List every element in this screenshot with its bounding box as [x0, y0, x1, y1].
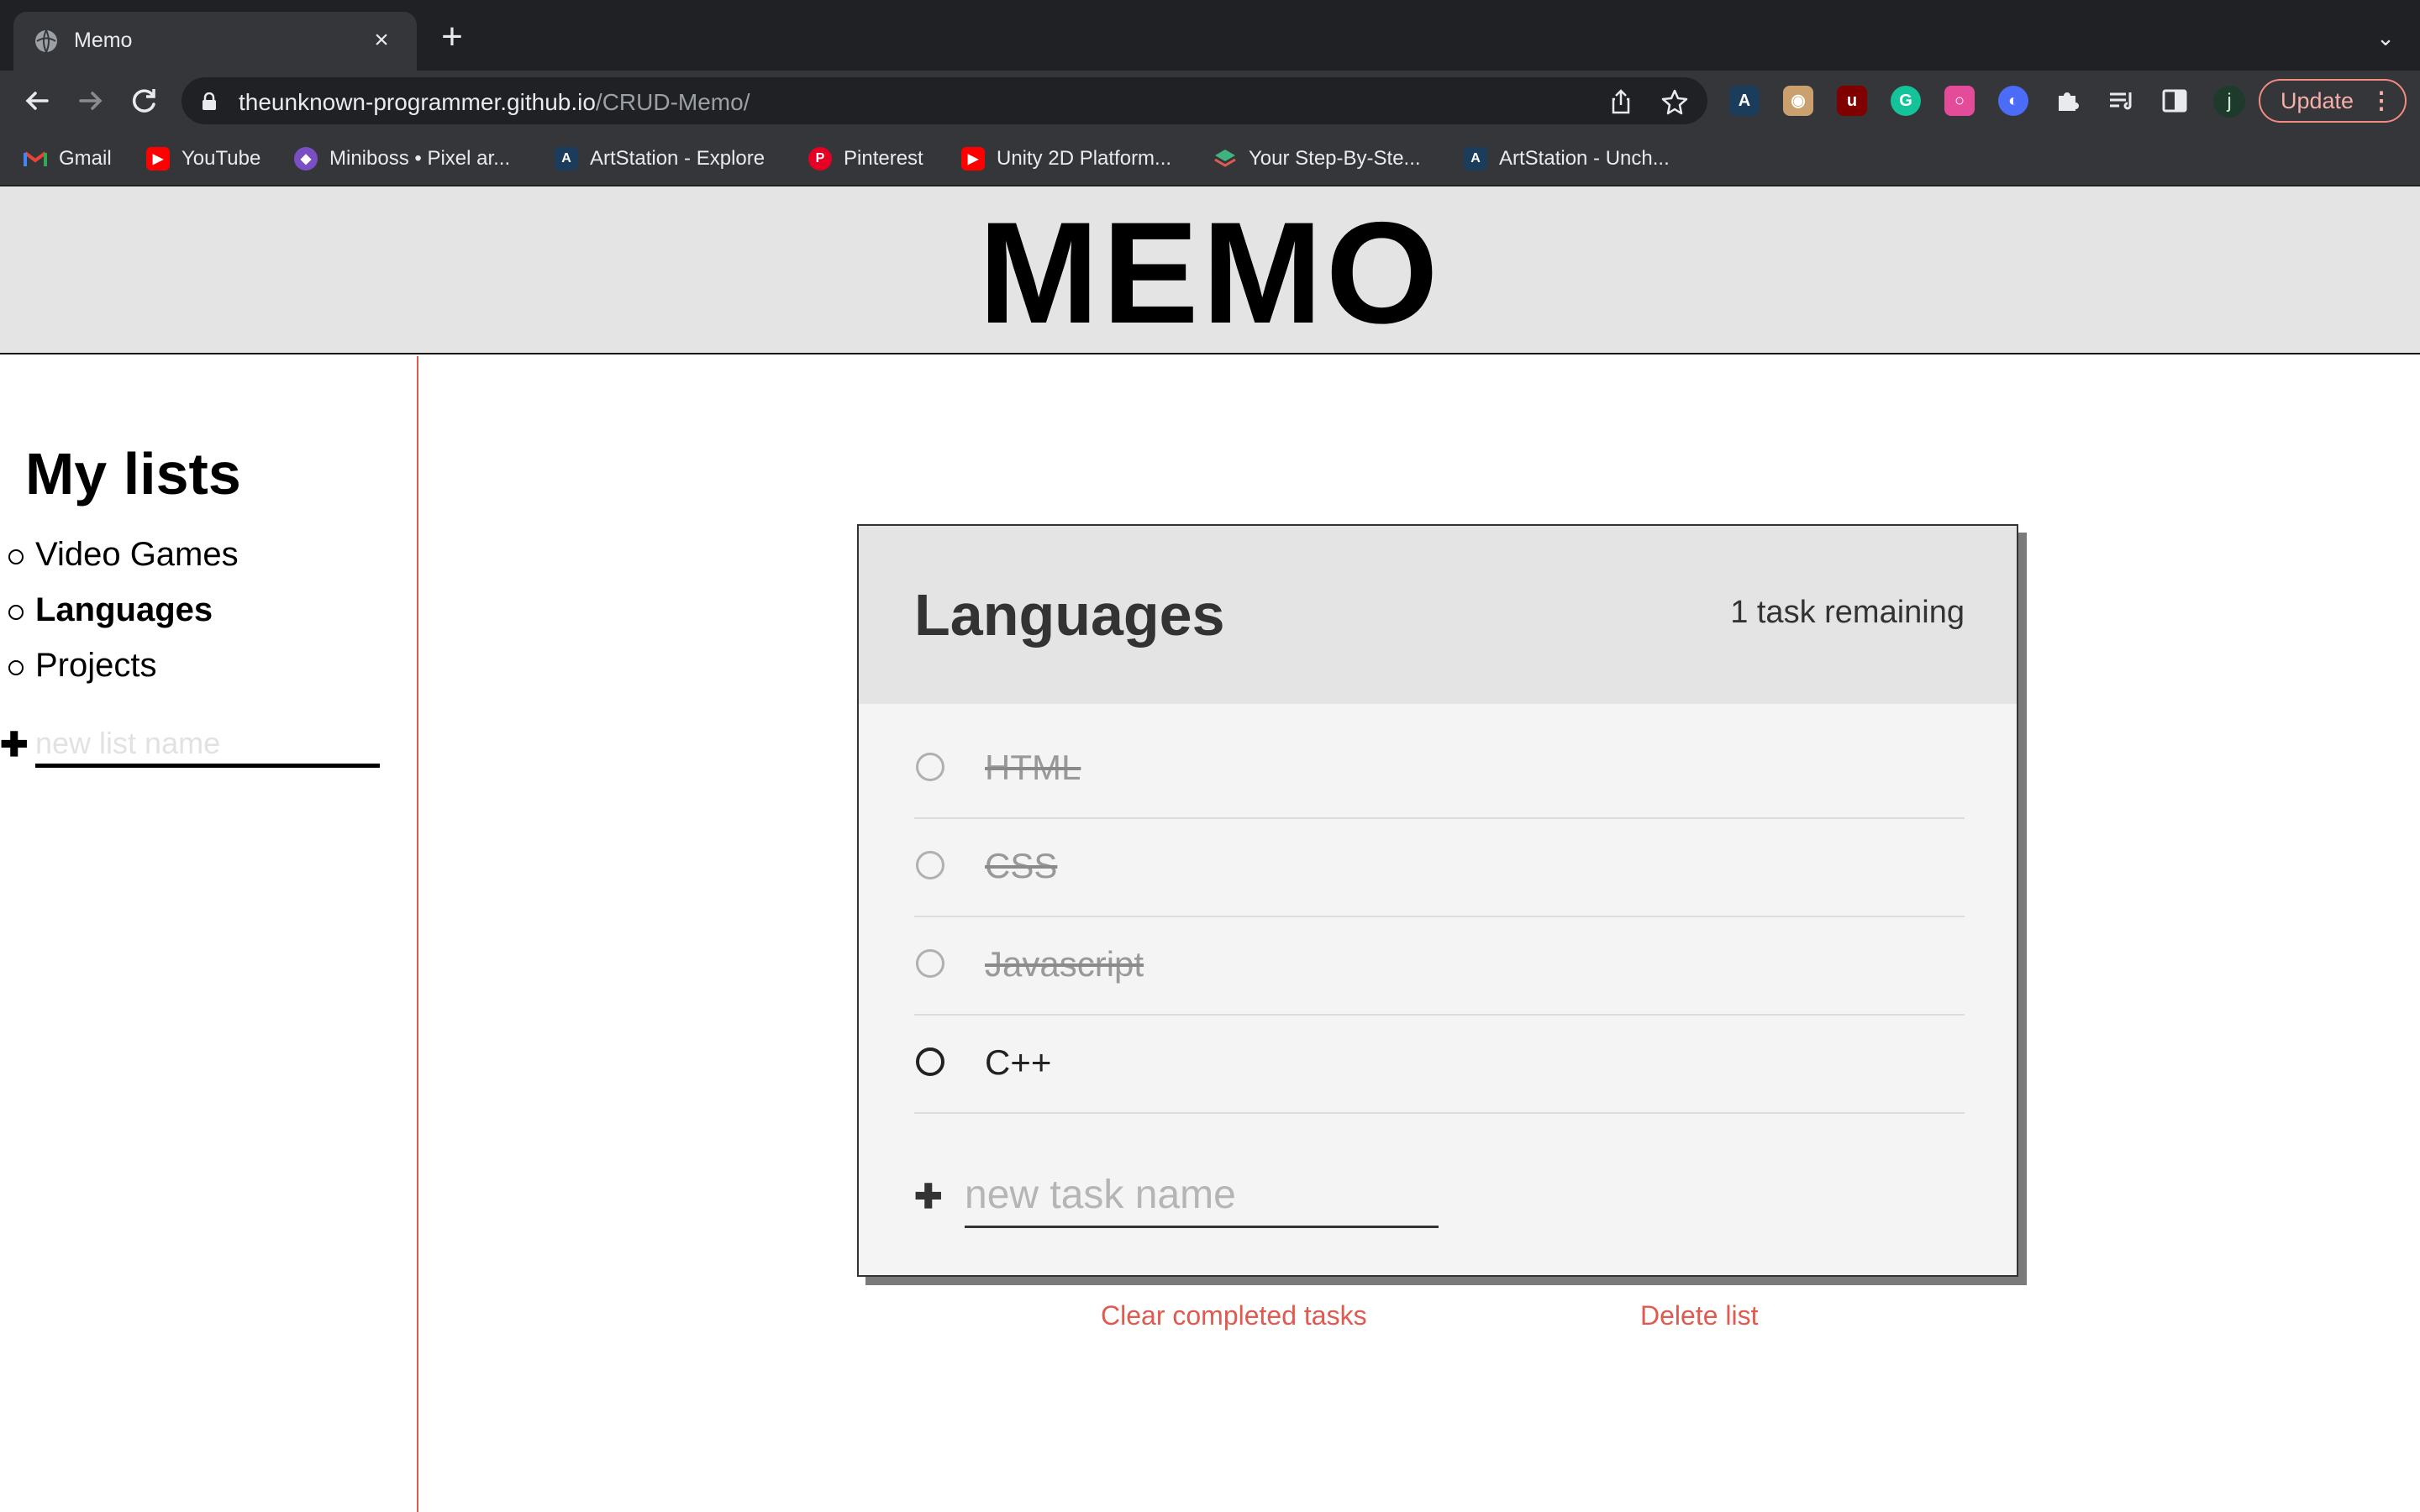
bookmark-gmail[interactable]: Gmail: [24, 144, 112, 173]
task-checkbox[interactable]: [916, 949, 944, 978]
task-checkbox[interactable]: [916, 1047, 944, 1076]
task-label[interactable]: CSS: [985, 846, 1057, 886]
url-host: theunknown-programmer.github.io: [239, 89, 596, 115]
task-label[interactable]: C++: [985, 1042, 1051, 1083]
ublock-ext-icon[interactable]: u: [1837, 86, 1867, 116]
app-title: MEMO: [978, 192, 1442, 354]
browser-toolbar: theunknown-programmer.github.io/CRUD-Mem…: [0, 71, 2420, 131]
list-menu: Video Games Languages Projects: [8, 533, 239, 699]
task-list: HTML CSS Javascript C++: [914, 721, 1965, 1114]
artstation-icon: A: [1464, 147, 1487, 171]
list-item-video-games[interactable]: Video Games: [8, 533, 239, 588]
new-list-form: ✚: [0, 716, 387, 774]
puzzle-extensions-icon[interactable]: [2052, 86, 2082, 116]
gmail-icon: [24, 147, 47, 171]
delete-list-button[interactable]: Delete list: [1640, 1300, 1759, 1331]
plus-icon[interactable]: ✚: [914, 1178, 943, 1216]
card-header: Languages 1 task remaining: [859, 526, 2017, 704]
bookmark-label: Your Step-By-Ste...: [1249, 147, 1421, 170]
bookmark-label: Pinterest: [844, 147, 923, 170]
browser-tab-strip: Memo × + ⌄: [0, 0, 2420, 71]
app-header: MEMO: [0, 186, 2420, 354]
bookmark-label: ArtStation - Unch...: [1499, 147, 1670, 170]
share-icon[interactable]: [1607, 87, 1635, 116]
task-item[interactable]: HTML: [914, 721, 1965, 819]
list-title: Languages: [914, 582, 1225, 648]
address-bar[interactable]: theunknown-programmer.github.io/CRUD-Mem…: [182, 77, 1707, 124]
artstation-ext-icon[interactable]: A: [1729, 86, 1760, 116]
task-checkbox[interactable]: [916, 851, 944, 879]
more-menu-icon[interactable]: ⋮: [2370, 81, 2393, 121]
task-label[interactable]: Javascript: [985, 944, 1144, 984]
profile-avatar[interactable]: j: [2213, 86, 2245, 118]
task-item[interactable]: C++: [914, 1016, 1965, 1114]
bookmark-label: Miniboss • Pixel ar...: [329, 147, 511, 170]
page: MEMO My lists Video Games Languages Proj…: [0, 186, 2420, 1512]
grammarly-ext-icon[interactable]: G: [1891, 86, 1921, 116]
bookmark-youtube[interactable]: ▶ YouTube: [146, 144, 260, 173]
task-label[interactable]: HTML: [985, 748, 1081, 788]
owl-ext-icon[interactable]: ◉: [1783, 86, 1813, 116]
task-checkbox[interactable]: [916, 753, 944, 781]
youtube-icon: ▶: [146, 147, 170, 171]
bookmark-label: YouTube: [182, 147, 261, 170]
list-item-projects[interactable]: Projects: [8, 643, 239, 699]
tab-title: Memo: [74, 29, 133, 52]
bookmark-label: Gmail: [59, 147, 112, 170]
shield-ext-icon[interactable]: ◐: [1998, 86, 2028, 116]
reload-icon[interactable]: [126, 82, 163, 119]
bookmark-pinterest[interactable]: P Pinterest: [808, 144, 923, 173]
forward-arrow-icon[interactable]: [72, 82, 109, 119]
update-label: Update: [2281, 88, 2354, 113]
bookmarks-bar: Gmail ▶ YouTube ◆ Miniboss • Pixel ar...…: [0, 131, 2420, 186]
pinterest-icon: P: [808, 147, 832, 171]
bookmark-artstation-unch[interactable]: A ArtStation - Unch...: [1464, 144, 1670, 173]
task-count: 1 task remaining: [1730, 595, 1965, 630]
list-item-languages[interactable]: Languages: [8, 588, 239, 643]
sidebar: My lists Video Games Languages Projects …: [0, 356, 418, 1512]
url-text[interactable]: theunknown-programmer.github.io/CRUD-Mem…: [239, 89, 750, 116]
browser-tab-memo[interactable]: Memo ×: [13, 12, 417, 71]
youtube-icon: ▶: [961, 147, 985, 171]
bookmark-miniboss[interactable]: ◆ Miniboss • Pixel ar...: [294, 144, 510, 173]
reading-list-icon[interactable]: [2106, 86, 2136, 116]
update-button[interactable]: Update ⋮: [2259, 79, 2407, 123]
globe-icon: [35, 29, 57, 53]
layers-icon: [1213, 147, 1237, 171]
close-icon[interactable]: ×: [365, 24, 398, 57]
bookmark-label: ArtStation - Explore: [590, 147, 765, 170]
new-task-input[interactable]: [965, 1164, 1439, 1228]
url-path: /CRUD-Memo/: [595, 89, 750, 115]
back-arrow-icon[interactable]: [18, 82, 55, 119]
side-panel-icon[interactable]: [2160, 86, 2190, 116]
chevron-down-icon[interactable]: ⌄: [2373, 25, 2398, 50]
todo-list-card: Languages 1 task remaining HTML CSS Java…: [857, 524, 2018, 1277]
bookmark-artstation-explore[interactable]: A ArtStation - Explore: [555, 144, 765, 173]
plus-icon[interactable]: ✚: [0, 726, 29, 764]
bookmark-label: Unity 2D Platform...: [997, 147, 1172, 170]
clear-completed-button[interactable]: Clear completed tasks: [1101, 1300, 1367, 1331]
new-list-input[interactable]: [35, 722, 380, 768]
task-item[interactable]: CSS: [914, 819, 1965, 917]
task-item[interactable]: Javascript: [914, 917, 1965, 1016]
bookmark-star-icon[interactable]: [1660, 87, 1689, 116]
bookmark-unity-2d[interactable]: ▶ Unity 2D Platform...: [961, 144, 1171, 173]
color-ext-icon[interactable]: ○: [1944, 86, 1975, 116]
artstation-icon: A: [555, 147, 578, 171]
lock-icon[interactable]: [202, 92, 217, 111]
miniboss-icon: ◆: [294, 147, 318, 171]
bookmark-step-by-step[interactable]: Your Step-By-Ste...: [1213, 144, 1421, 173]
new-tab-icon[interactable]: +: [435, 18, 469, 55]
sidebar-title: My lists: [25, 441, 241, 507]
new-task-form: ✚: [914, 1163, 1452, 1230]
